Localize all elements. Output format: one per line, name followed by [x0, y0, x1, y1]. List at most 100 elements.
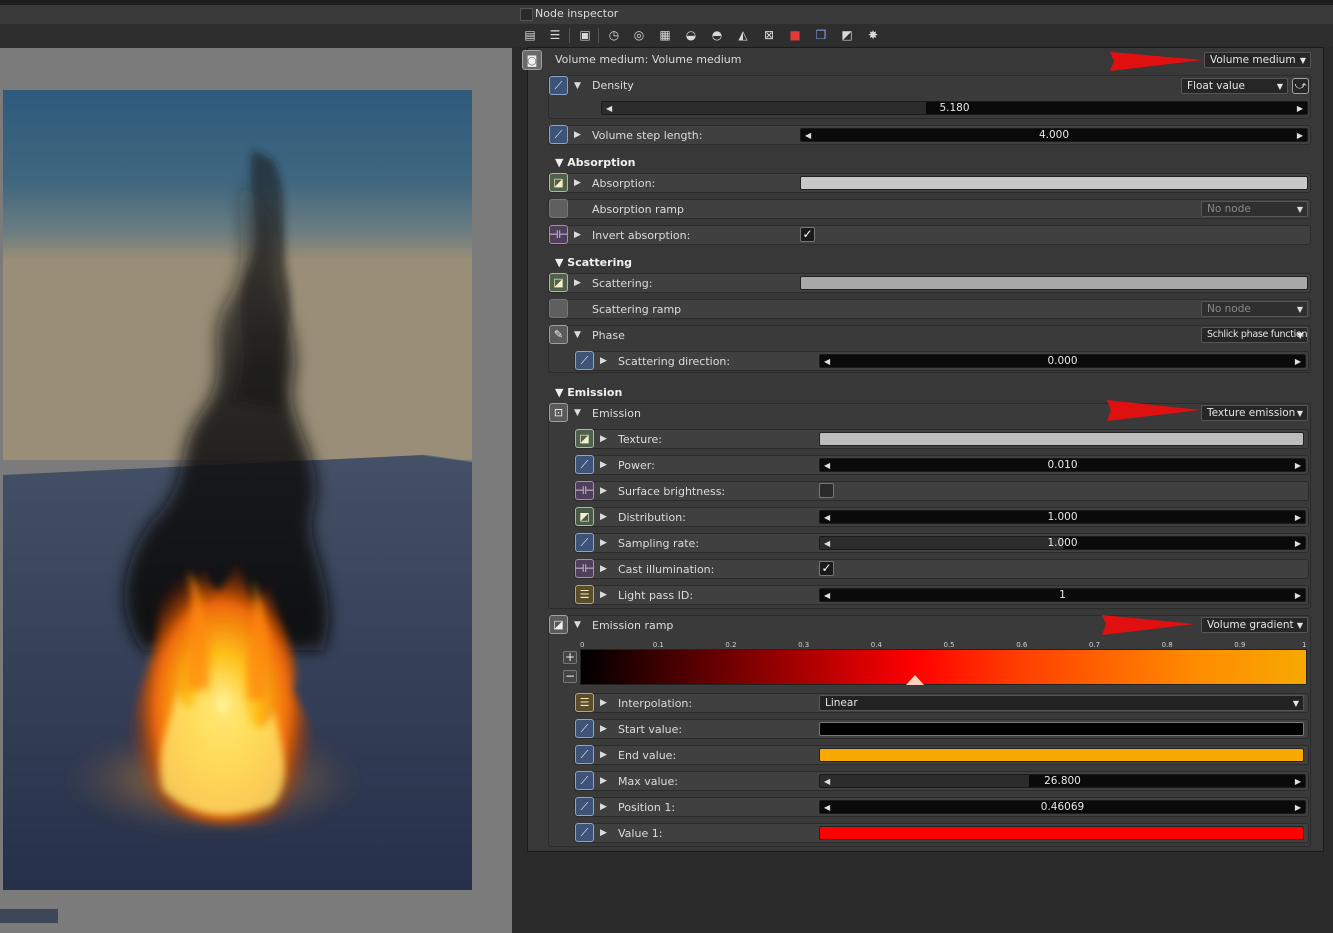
increment-arrow-icon[interactable]: ▶: [1295, 459, 1301, 471]
collapse-triangle-icon[interactable]: ▼: [574, 330, 581, 340]
absorption-ramp-dropdown[interactable]: No node ▼: [1201, 201, 1308, 217]
float-value-icon[interactable]: ⟋: [575, 797, 594, 816]
enum-icon[interactable]: ☰: [575, 693, 594, 712]
geometry-icon[interactable]: ❒: [813, 27, 829, 43]
empty-pin-icon[interactable]: [549, 199, 568, 218]
float-value-icon[interactable]: ⟋: [575, 719, 594, 738]
increment-arrow-icon[interactable]: ▶: [1297, 102, 1303, 114]
node-type-dropdown[interactable]: Volume medium ▼: [1204, 52, 1311, 68]
increment-arrow-icon[interactable]: ▶: [1295, 511, 1301, 523]
visible-environment-icon[interactable]: ◓: [709, 27, 725, 43]
scattering-color-swatch[interactable]: [800, 276, 1308, 290]
phase-type-dropdown[interactable]: Schlick phase function ▼: [1201, 327, 1308, 343]
density-slider[interactable]: ◀ 5.180 ▶: [601, 101, 1308, 115]
dock-checkbox[interactable]: [520, 8, 533, 21]
texture-icon[interactable]: ◪: [549, 173, 568, 192]
emission-type-dropdown[interactable]: Texture emission ▼: [1201, 405, 1308, 421]
distribution-texture-icon[interactable]: ◩: [575, 507, 594, 526]
invert-absorption-checkbox[interactable]: ✓: [800, 227, 815, 242]
collapse-triangle-icon[interactable]: ▼: [574, 620, 581, 630]
scattering-direction-slider[interactable]: ◀ 0.000 ▶: [819, 354, 1306, 368]
expand-triangle-icon[interactable]: ▶: [600, 750, 607, 760]
collapse-all-icon[interactable]: ☰: [547, 27, 563, 43]
increment-arrow-icon[interactable]: ▶: [1295, 589, 1301, 601]
scattering-ramp-dropdown[interactable]: No node ▼: [1201, 301, 1308, 317]
empty-pin-icon[interactable]: [549, 299, 568, 318]
gradient-icon[interactable]: ◪: [549, 615, 568, 634]
expand-triangle-icon[interactable]: ▶: [574, 178, 581, 188]
light-pass-id-slider[interactable]: ◀ 1 ▶: [819, 588, 1306, 602]
float-value-icon[interactable]: ⟋: [575, 455, 594, 474]
expand-triangle-icon[interactable]: ▶: [600, 698, 607, 708]
clock-icon[interactable]: ◷: [606, 27, 622, 43]
step-length-slider[interactable]: ◀ 4.000 ▶: [800, 128, 1308, 142]
expand-triangle-icon[interactable]: ▶: [600, 434, 607, 444]
imager-icon[interactable]: ◩: [839, 27, 855, 43]
emission-texture-swatch[interactable]: [819, 432, 1304, 446]
sampling-rate-slider[interactable]: ◀ 1.000 ▶: [819, 536, 1306, 550]
float-value-icon[interactable]: ⟋: [575, 823, 594, 842]
expand-all-icon[interactable]: ▤: [522, 27, 538, 43]
object-icon[interactable]: ■: [787, 27, 803, 43]
expand-triangle-icon[interactable]: ▶: [600, 538, 607, 548]
increment-arrow-icon[interactable]: ▶: [1295, 801, 1301, 813]
expand-triangle-icon[interactable]: ▶: [574, 130, 581, 140]
render-image[interactable]: [3, 90, 472, 890]
material-icon[interactable]: ◭: [735, 27, 751, 43]
scattering-section-header[interactable]: ▼ Scattering: [555, 256, 632, 269]
interpolation-dropdown[interactable]: Linear ▼: [819, 695, 1304, 711]
value-1-swatch[interactable]: [819, 826, 1304, 840]
float-value-icon[interactable]: ⟋: [575, 771, 594, 790]
bool-icon[interactable]: ⊣⊢: [575, 559, 594, 578]
texture-icon[interactable]: ◪: [549, 273, 568, 292]
texture-emission-icon[interactable]: ⊡: [549, 403, 568, 422]
postprocess-icon[interactable]: ✸: [865, 27, 881, 43]
density-type-dropdown[interactable]: Float value ▼: [1181, 78, 1288, 94]
max-value-slider[interactable]: ◀ 26.800 ▶: [819, 774, 1306, 788]
float-value-icon[interactable]: ⟋: [575, 533, 594, 552]
integer-icon[interactable]: ☰: [575, 585, 594, 604]
collapse-triangle-icon[interactable]: ▼: [574, 408, 581, 418]
texture-icon[interactable]: ◪: [575, 429, 594, 448]
increment-arrow-icon[interactable]: ▶: [1297, 129, 1303, 141]
expand-triangle-icon[interactable]: ▶: [600, 724, 607, 734]
emission-gradient-bar[interactable]: [580, 649, 1307, 685]
expand-triangle-icon[interactable]: ▶: [600, 486, 607, 496]
bool-icon[interactable]: ⊣⊢: [575, 481, 594, 500]
expand-triangle-icon[interactable]: ▶: [574, 278, 581, 288]
image-icon[interactable]: ▣: [577, 27, 593, 43]
float-value-icon[interactable]: ⟋: [575, 351, 594, 370]
phase-function-icon[interactable]: ✎: [549, 325, 568, 344]
emission-section-header[interactable]: ▼ Emission: [555, 386, 622, 399]
absorption-color-swatch[interactable]: [800, 176, 1308, 190]
increment-arrow-icon[interactable]: ▶: [1295, 537, 1301, 549]
curve-icon[interactable]: ⤻: [1292, 78, 1309, 94]
collapse-triangle-icon[interactable]: ▼: [574, 81, 581, 91]
expand-triangle-icon[interactable]: ▶: [600, 460, 607, 470]
surface-brightness-checkbox[interactable]: [819, 483, 834, 498]
ramp-type-dropdown[interactable]: Volume gradient ▼: [1201, 617, 1308, 633]
film-icon[interactable]: ▦: [657, 27, 673, 43]
expand-triangle-icon[interactable]: ▶: [600, 590, 607, 600]
expand-triangle-icon[interactable]: ▶: [600, 356, 607, 366]
environment-icon[interactable]: ◒: [683, 27, 699, 43]
expand-triangle-icon[interactable]: ▶: [600, 828, 607, 838]
camera-icon[interactable]: ◎: [631, 27, 647, 43]
float-value-icon[interactable]: ⟋: [549, 125, 568, 144]
remove-stop-button[interactable]: −: [563, 670, 577, 683]
add-stop-button[interactable]: +: [563, 651, 577, 664]
expand-triangle-icon[interactable]: ▶: [600, 776, 607, 786]
bool-icon[interactable]: ⊣⊢: [549, 225, 568, 244]
expand-triangle-icon[interactable]: ▶: [600, 512, 607, 522]
distribution-slider[interactable]: ◀ 1.000 ▶: [819, 510, 1306, 524]
volume-medium-node-icon[interactable]: ◙: [522, 50, 542, 70]
position-1-slider[interactable]: ◀ 0.46069 ▶: [819, 800, 1306, 814]
increment-arrow-icon[interactable]: ▶: [1295, 355, 1301, 367]
increment-arrow-icon[interactable]: ▶: [1295, 775, 1301, 787]
expand-triangle-icon[interactable]: ▶: [600, 802, 607, 812]
cast-illumination-checkbox[interactable]: ✓: [819, 561, 834, 576]
end-value-swatch[interactable]: [819, 748, 1304, 762]
expand-triangle-icon[interactable]: ▶: [574, 230, 581, 240]
float-value-icon[interactable]: ⟋: [575, 745, 594, 764]
gradient-stop-marker[interactable]: [905, 675, 924, 685]
